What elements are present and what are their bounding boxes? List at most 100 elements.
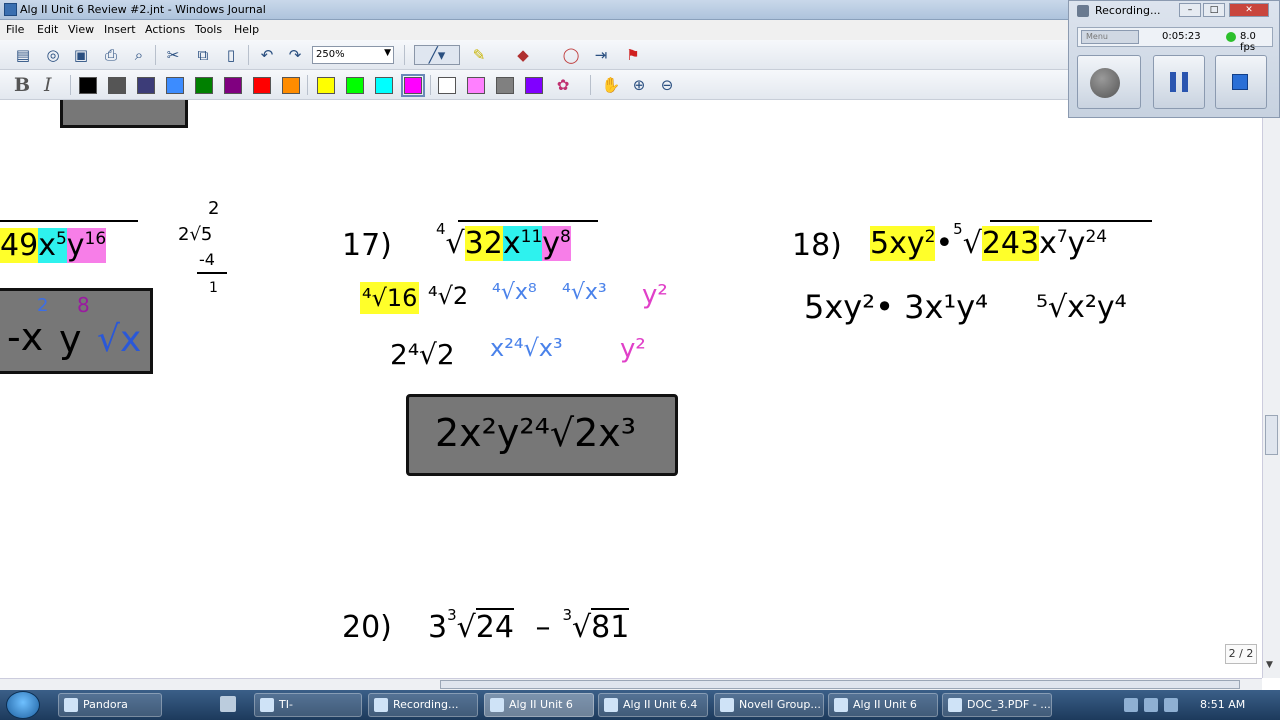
find-icon[interactable]: ⌕ bbox=[128, 45, 150, 65]
p16-answer-x: -x bbox=[7, 315, 44, 359]
menu-file[interactable]: File bbox=[6, 23, 24, 36]
p16-radical-bar bbox=[0, 220, 138, 222]
menu-view[interactable]: View bbox=[68, 23, 94, 36]
vertical-scroll-thumb[interactable] bbox=[1265, 415, 1278, 455]
note-canvas[interactable]: 49x5y16 2 2√5 -4 1 -x 2 y 8 √x 17) 4√32x… bbox=[0, 100, 1262, 678]
record-button[interactable] bbox=[1077, 55, 1141, 109]
p16-x-exp: 5 bbox=[55, 229, 67, 249]
p17-x: x bbox=[502, 226, 521, 261]
journal-app-icon bbox=[4, 3, 17, 16]
color-yellow[interactable] bbox=[317, 77, 335, 94]
color-violet[interactable] bbox=[525, 77, 543, 94]
redo-icon[interactable]: ↷ bbox=[284, 45, 306, 65]
taskbar-item-word[interactable]: Alg II Unit 6 R... bbox=[828, 693, 938, 717]
p20-radicand-1: 24 bbox=[475, 608, 514, 645]
taskbar-item-journal-6-4[interactable]: Alg II Unit 6.4 ... bbox=[598, 693, 708, 717]
horizontal-scrollbar[interactable] bbox=[0, 678, 1262, 690]
maximize-icon[interactable]: □ bbox=[1203, 3, 1225, 17]
horizontal-scroll-thumb[interactable] bbox=[440, 680, 1240, 689]
color-black[interactable] bbox=[79, 77, 97, 94]
color-orange[interactable] bbox=[282, 77, 300, 94]
taskbar-item-novell[interactable]: Novell Group... bbox=[714, 693, 824, 717]
vertical-scrollbar[interactable]: ▲ ▼ bbox=[1262, 100, 1280, 678]
menu-help[interactable]: Help bbox=[234, 23, 259, 36]
color-navy[interactable] bbox=[137, 77, 155, 94]
problem-18-number: 18) bbox=[792, 228, 842, 263]
tray-volume-icon[interactable] bbox=[1144, 698, 1158, 712]
side-calc-subtract: -4 bbox=[199, 250, 215, 269]
start-button[interactable] bbox=[6, 691, 40, 719]
journal-task-icon bbox=[490, 698, 504, 712]
highlighter-icon[interactable]: ✎ bbox=[468, 45, 490, 65]
recorder-time: 0:05:23 bbox=[1162, 31, 1201, 42]
color-gray[interactable] bbox=[108, 77, 126, 94]
color-lime[interactable] bbox=[346, 77, 364, 94]
cut-icon[interactable]: ✂ bbox=[162, 45, 184, 65]
menu-actions[interactable]: Actions bbox=[145, 23, 185, 36]
stop-button[interactable] bbox=[1215, 55, 1267, 109]
color-magenta[interactable] bbox=[401, 74, 425, 97]
page-indicator: 2 / 2 bbox=[1225, 644, 1257, 664]
color-blue[interactable] bbox=[166, 77, 184, 94]
flag-icon[interactable]: ⚑ bbox=[622, 45, 644, 65]
p16-x: x bbox=[38, 228, 56, 263]
close-icon[interactable]: ✕ bbox=[1229, 3, 1269, 17]
pause-button[interactable] bbox=[1153, 55, 1205, 109]
p17-index: 4 bbox=[436, 220, 446, 238]
undo-icon[interactable]: ↶ bbox=[256, 45, 278, 65]
taskbar-item-recording[interactable]: Recording... bbox=[368, 693, 478, 717]
color-cyan[interactable] bbox=[375, 77, 393, 94]
tray-flag-icon[interactable] bbox=[1164, 698, 1178, 712]
p20-index-2: 3 bbox=[562, 606, 573, 624]
scroll-down-icon[interactable]: ▼ bbox=[1266, 660, 1273, 670]
tray-network-icon[interactable] bbox=[1124, 698, 1138, 712]
pan-hand-icon[interactable]: ✋ bbox=[600, 75, 622, 95]
menu-tools[interactable]: Tools bbox=[195, 23, 222, 36]
quick-launch-icon[interactable] bbox=[220, 696, 236, 712]
p16-answer-y: y bbox=[59, 317, 82, 361]
save-icon[interactable]: ▣ bbox=[70, 45, 92, 65]
paste-icon[interactable]: ▯ bbox=[220, 45, 242, 65]
insert-space-icon[interactable]: ⇥ bbox=[590, 45, 612, 65]
problem-17-number: 17) bbox=[342, 228, 392, 263]
bold-icon[interactable]: B bbox=[14, 74, 30, 96]
p17-work-root-x8: ⁴√x⁸ bbox=[492, 280, 537, 305]
p18-work-line: 5xy²• 3x¹y⁴ bbox=[804, 288, 988, 326]
new-note-icon[interactable]: ▤ bbox=[12, 45, 34, 65]
minimize-icon[interactable]: – bbox=[1179, 3, 1201, 17]
recorder-menu-dropdown[interactable]: Menu bbox=[1081, 30, 1139, 44]
lasso-icon[interactable]: ◯ bbox=[560, 45, 582, 65]
color-white[interactable] bbox=[438, 77, 456, 94]
p17-work2-root-2: 2⁴√2 bbox=[390, 338, 455, 371]
color-green[interactable] bbox=[195, 77, 213, 94]
side-calc-remainder: 1 bbox=[209, 280, 218, 296]
color-purple[interactable] bbox=[224, 77, 242, 94]
color-red[interactable] bbox=[253, 77, 271, 94]
color-pink[interactable] bbox=[467, 77, 485, 94]
taskbar-item-journal-active[interactable]: Alg II Unit 6 R... bbox=[484, 693, 594, 717]
pdf-icon bbox=[948, 698, 962, 712]
p18-work-radical: ⁵√x²y⁴ bbox=[1036, 290, 1127, 325]
recorder-icon bbox=[1077, 5, 1089, 17]
p16-answer-x-exp: 2 bbox=[37, 295, 49, 316]
zoom-out-icon[interactable]: ⊖ bbox=[656, 75, 678, 95]
menu-insert[interactable]: Insert bbox=[104, 23, 136, 36]
recording-widget: Recording... – □ ✕ Menu 0:05:23 8.0 fps bbox=[1068, 0, 1280, 118]
color-palette-icon[interactable]: ✿ bbox=[552, 75, 574, 95]
menu-edit[interactable]: Edit bbox=[37, 23, 58, 36]
eraser-icon[interactable]: ◆ bbox=[512, 45, 534, 65]
p18-x: x bbox=[1039, 226, 1057, 261]
p18-y-exp: 24 bbox=[1085, 227, 1108, 247]
pen-tool-icon[interactable]: ╱▾ bbox=[414, 45, 460, 65]
open-note-icon[interactable]: ◎ bbox=[42, 45, 64, 65]
print-icon[interactable]: ⎙ bbox=[100, 45, 122, 65]
italic-icon[interactable]: I bbox=[44, 74, 52, 96]
zoom-select[interactable]: 250% ▼ bbox=[312, 46, 394, 64]
taskbar-item-pandora[interactable]: Pandora Radi... bbox=[58, 693, 162, 717]
zoom-in-icon[interactable]: ⊕ bbox=[628, 75, 650, 95]
taskbar-item-pdf[interactable]: DOC_3.PDF - ... bbox=[942, 693, 1052, 717]
color-dark-gray[interactable] bbox=[496, 77, 514, 94]
taskbar-item-ti-smartview[interactable]: TI-SmartView... bbox=[254, 693, 362, 717]
p16-answer-box: -x 2 y 8 √x bbox=[0, 288, 153, 374]
copy-icon[interactable]: ⧉ bbox=[192, 45, 214, 65]
